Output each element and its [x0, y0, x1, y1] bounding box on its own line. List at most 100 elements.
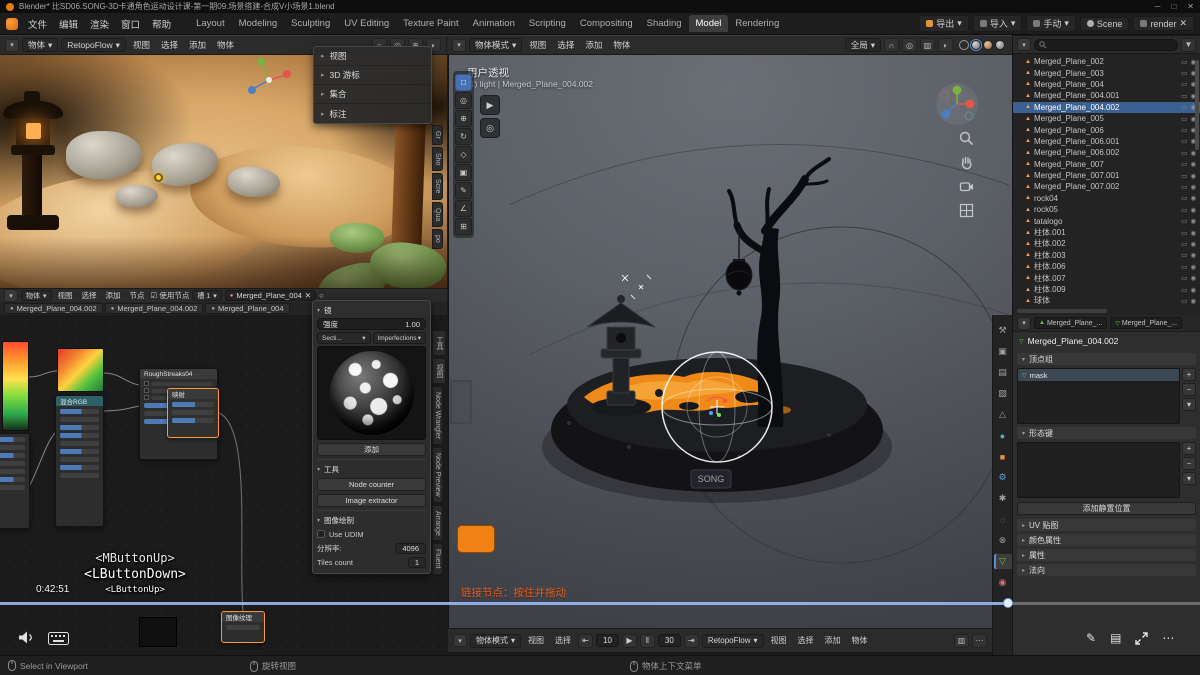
properties-tab-icon[interactable]: ⚒	[994, 323, 1012, 338]
outliner-object-row[interactable]: ▲ 柱体.003 ▭ ◉	[1013, 250, 1200, 261]
outliner-object-row[interactable]: ▲ Merged_Plane_002 ▭ ◉	[1013, 56, 1200, 67]
shape-key-specials-button[interactable]: ▾	[1182, 472, 1196, 485]
navigation-gizmo[interactable]	[936, 83, 978, 125]
maximize-button[interactable]: □	[1171, 2, 1176, 11]
speaker-icon[interactable]	[18, 630, 35, 647]
zoom-icon[interactable]	[959, 131, 974, 146]
editor-type-icon[interactable]: ▾	[4, 289, 18, 302]
viewport-tool-button[interactable]: ◎	[455, 92, 472, 109]
viewport-tool-button[interactable]: ✎	[455, 182, 472, 199]
viewport-visibility-icon[interactable]: ▭	[1181, 126, 1187, 134]
outliner-object-row[interactable]: ▲ Merged_Plane_003 ▭ ◉	[1013, 67, 1200, 78]
properties-tab-icon[interactable]: ◉	[994, 575, 1012, 590]
properties-tab-icon[interactable]: ●	[994, 428, 1012, 443]
shader-node[interactable]	[0, 433, 30, 529]
shape-keys-list[interactable]	[1017, 442, 1180, 498]
blender-menu-icon[interactable]	[6, 18, 18, 30]
properties-tab-icon[interactable]: ■	[994, 449, 1012, 464]
menubar-menu[interactable]: 渲染	[84, 15, 115, 33]
viewport-visibility-icon[interactable]: ▭	[1181, 80, 1187, 88]
panel-section-row[interactable]: ▸ 标注	[314, 104, 431, 123]
workspace-tab[interactable]: Shading	[640, 15, 689, 32]
viewport-visibility-icon[interactable]: ▭	[1181, 58, 1187, 66]
viewport-tool-button[interactable]: ▣	[455, 164, 472, 181]
pin-icon[interactable]: ○	[319, 291, 324, 300]
render-visibility-icon[interactable]: ◉	[1190, 183, 1196, 191]
panel-section-row[interactable]: ▸ 视图	[314, 47, 431, 66]
camera-view-icon[interactable]	[959, 179, 974, 194]
image-paint-section-header[interactable]: ▾ 图像绘制	[317, 514, 426, 526]
workspace-tab[interactable]: Texture Paint	[396, 15, 465, 32]
viewport-visibility-icon[interactable]: ▭	[1181, 206, 1187, 214]
editor-type-icon[interactable]: ▾	[453, 634, 467, 647]
outliner-object-row[interactable]: ▲ Merged_Plane_005 ▭ ◉	[1013, 113, 1200, 124]
outliner-object-row[interactable]: ▲ 柱体.006 ▭ ◉	[1013, 261, 1200, 272]
editor-type-icon[interactable]: ▾	[452, 39, 466, 52]
viewport-visibility-icon[interactable]: ▭	[1181, 115, 1187, 123]
proportional-edit-icon[interactable]: ◎	[902, 38, 917, 52]
transform-gizmo[interactable]	[246, 57, 292, 103]
collapsed-section[interactable]: ▸ 法向	[1017, 564, 1196, 576]
sidebar-tab[interactable]: Fluent	[432, 543, 443, 574]
workspace-tab[interactable]: Compositing	[573, 15, 640, 32]
outliner-scrollbar[interactable]	[1195, 60, 1199, 150]
footer-menu[interactable]: 视图	[767, 635, 791, 646]
play-button[interactable]: ▶	[622, 634, 637, 648]
jump-to-start-button[interactable]: ⇤	[578, 634, 593, 648]
outliner-object-row[interactable]: ▲ 柱体.007 ▭ ◉	[1013, 272, 1200, 283]
menubar-menu[interactable]: 帮助	[146, 15, 177, 33]
vertex-group-specials-button[interactable]: ▾	[1182, 398, 1196, 411]
viewport-tool-button[interactable]: ⊞	[455, 218, 472, 235]
material-selector[interactable]: ● Merged_Plane_004 ✕	[225, 290, 316, 301]
menubar-menu[interactable]: 文件	[22, 15, 53, 33]
render-visibility-icon[interactable]: ◉	[1190, 274, 1196, 282]
header-menu[interactable]: 节点	[127, 290, 148, 301]
workspace-tab[interactable]: Layout	[189, 15, 232, 32]
footer-menu[interactable]: 选择	[794, 635, 818, 646]
viewport-tool-button[interactable]: ⊕	[455, 110, 472, 127]
footer-menu[interactable]: 物体	[848, 635, 872, 646]
render-visibility-icon[interactable]: ◉	[1190, 149, 1196, 157]
header-menu[interactable]: 视图	[55, 290, 76, 301]
panel-section-header[interactable]: ▾ 镜	[317, 304, 426, 316]
outliner-object-row[interactable]: ▲ rock04 ▭ ◉	[1013, 193, 1200, 204]
viewport-visibility-icon[interactable]: ▭	[1181, 149, 1187, 157]
texture-preview-frame[interactable]	[317, 346, 426, 440]
properties-tab-icon[interactable]: ✱	[994, 491, 1012, 506]
outliner-object-row[interactable]: ▲ Merged_Plane_007.002 ▭ ◉	[1013, 181, 1200, 192]
outliner-object-row[interactable]: ▲ 球体 ▭ ◉	[1013, 295, 1200, 305]
strength-slider[interactable]: 强度 1.00	[317, 318, 426, 330]
mode-dropdown[interactable]: 物体▾	[22, 38, 58, 52]
render-visibility-icon[interactable]: ◉	[1190, 251, 1196, 259]
viewport-tool-button[interactable]: ↻	[455, 128, 472, 145]
add-shape-key-button[interactable]: +	[1182, 442, 1196, 455]
collapsed-section[interactable]: ▸ UV 贴图	[1017, 519, 1196, 531]
rendered-shading-icon[interactable]	[995, 40, 1005, 50]
outliner-object-row[interactable]: ▲ Merged_Plane_007.001 ▭ ◉	[1013, 170, 1200, 181]
workspace-tab[interactable]: Rendering	[728, 15, 786, 32]
tools-section-header[interactable]: ▾ 工具	[317, 463, 426, 475]
material-shading-icon[interactable]	[983, 40, 993, 50]
grid-toggle-icon[interactable]: ▥	[954, 634, 969, 648]
outliner-object-row[interactable]: ▲ Merged_Plane_006.002 ▭ ◉	[1013, 147, 1200, 158]
mode-dropdown[interactable]: 物体模式▾	[469, 38, 522, 52]
outliner-object-row[interactable]: ▲ Merged_Plane_006.001 ▭ ◉	[1013, 136, 1200, 147]
viewport-visibility-icon[interactable]: ▭	[1181, 69, 1187, 77]
breadcrumb-item[interactable]: ● Merged_Plane_004.002	[105, 303, 204, 314]
import-button[interactable]: 导入▾	[973, 15, 1023, 32]
sidebar-tab[interactable]: po	[432, 229, 443, 249]
node-counter-button[interactable]: Node counter	[317, 478, 426, 491]
viewport-visibility-icon[interactable]: ▭	[1181, 183, 1187, 191]
viewport-visibility-icon[interactable]: ▭	[1181, 103, 1187, 111]
ortho-grid-icon[interactable]	[959, 203, 974, 218]
viewport-visibility-icon[interactable]: ▭	[1181, 217, 1187, 225]
properties-tab-icon[interactable]: △	[994, 407, 1012, 422]
library-dropdown[interactable]: Imperfections▾	[373, 332, 427, 344]
header-menu[interactable]: 物体	[213, 39, 238, 51]
frame-start-field[interactable]: 10	[596, 634, 619, 647]
add-rest-position-button[interactable]: 添加静置位置	[1017, 502, 1196, 515]
header-menu[interactable]: 视图	[129, 39, 154, 51]
add-vertex-group-button[interactable]: +	[1182, 368, 1196, 381]
breadcrumb-data[interactable]: ▽Merged_Plane_...	[1110, 317, 1182, 329]
outliner-object-row[interactable]: ▲ Merged_Plane_004 ▭ ◉	[1013, 79, 1200, 90]
